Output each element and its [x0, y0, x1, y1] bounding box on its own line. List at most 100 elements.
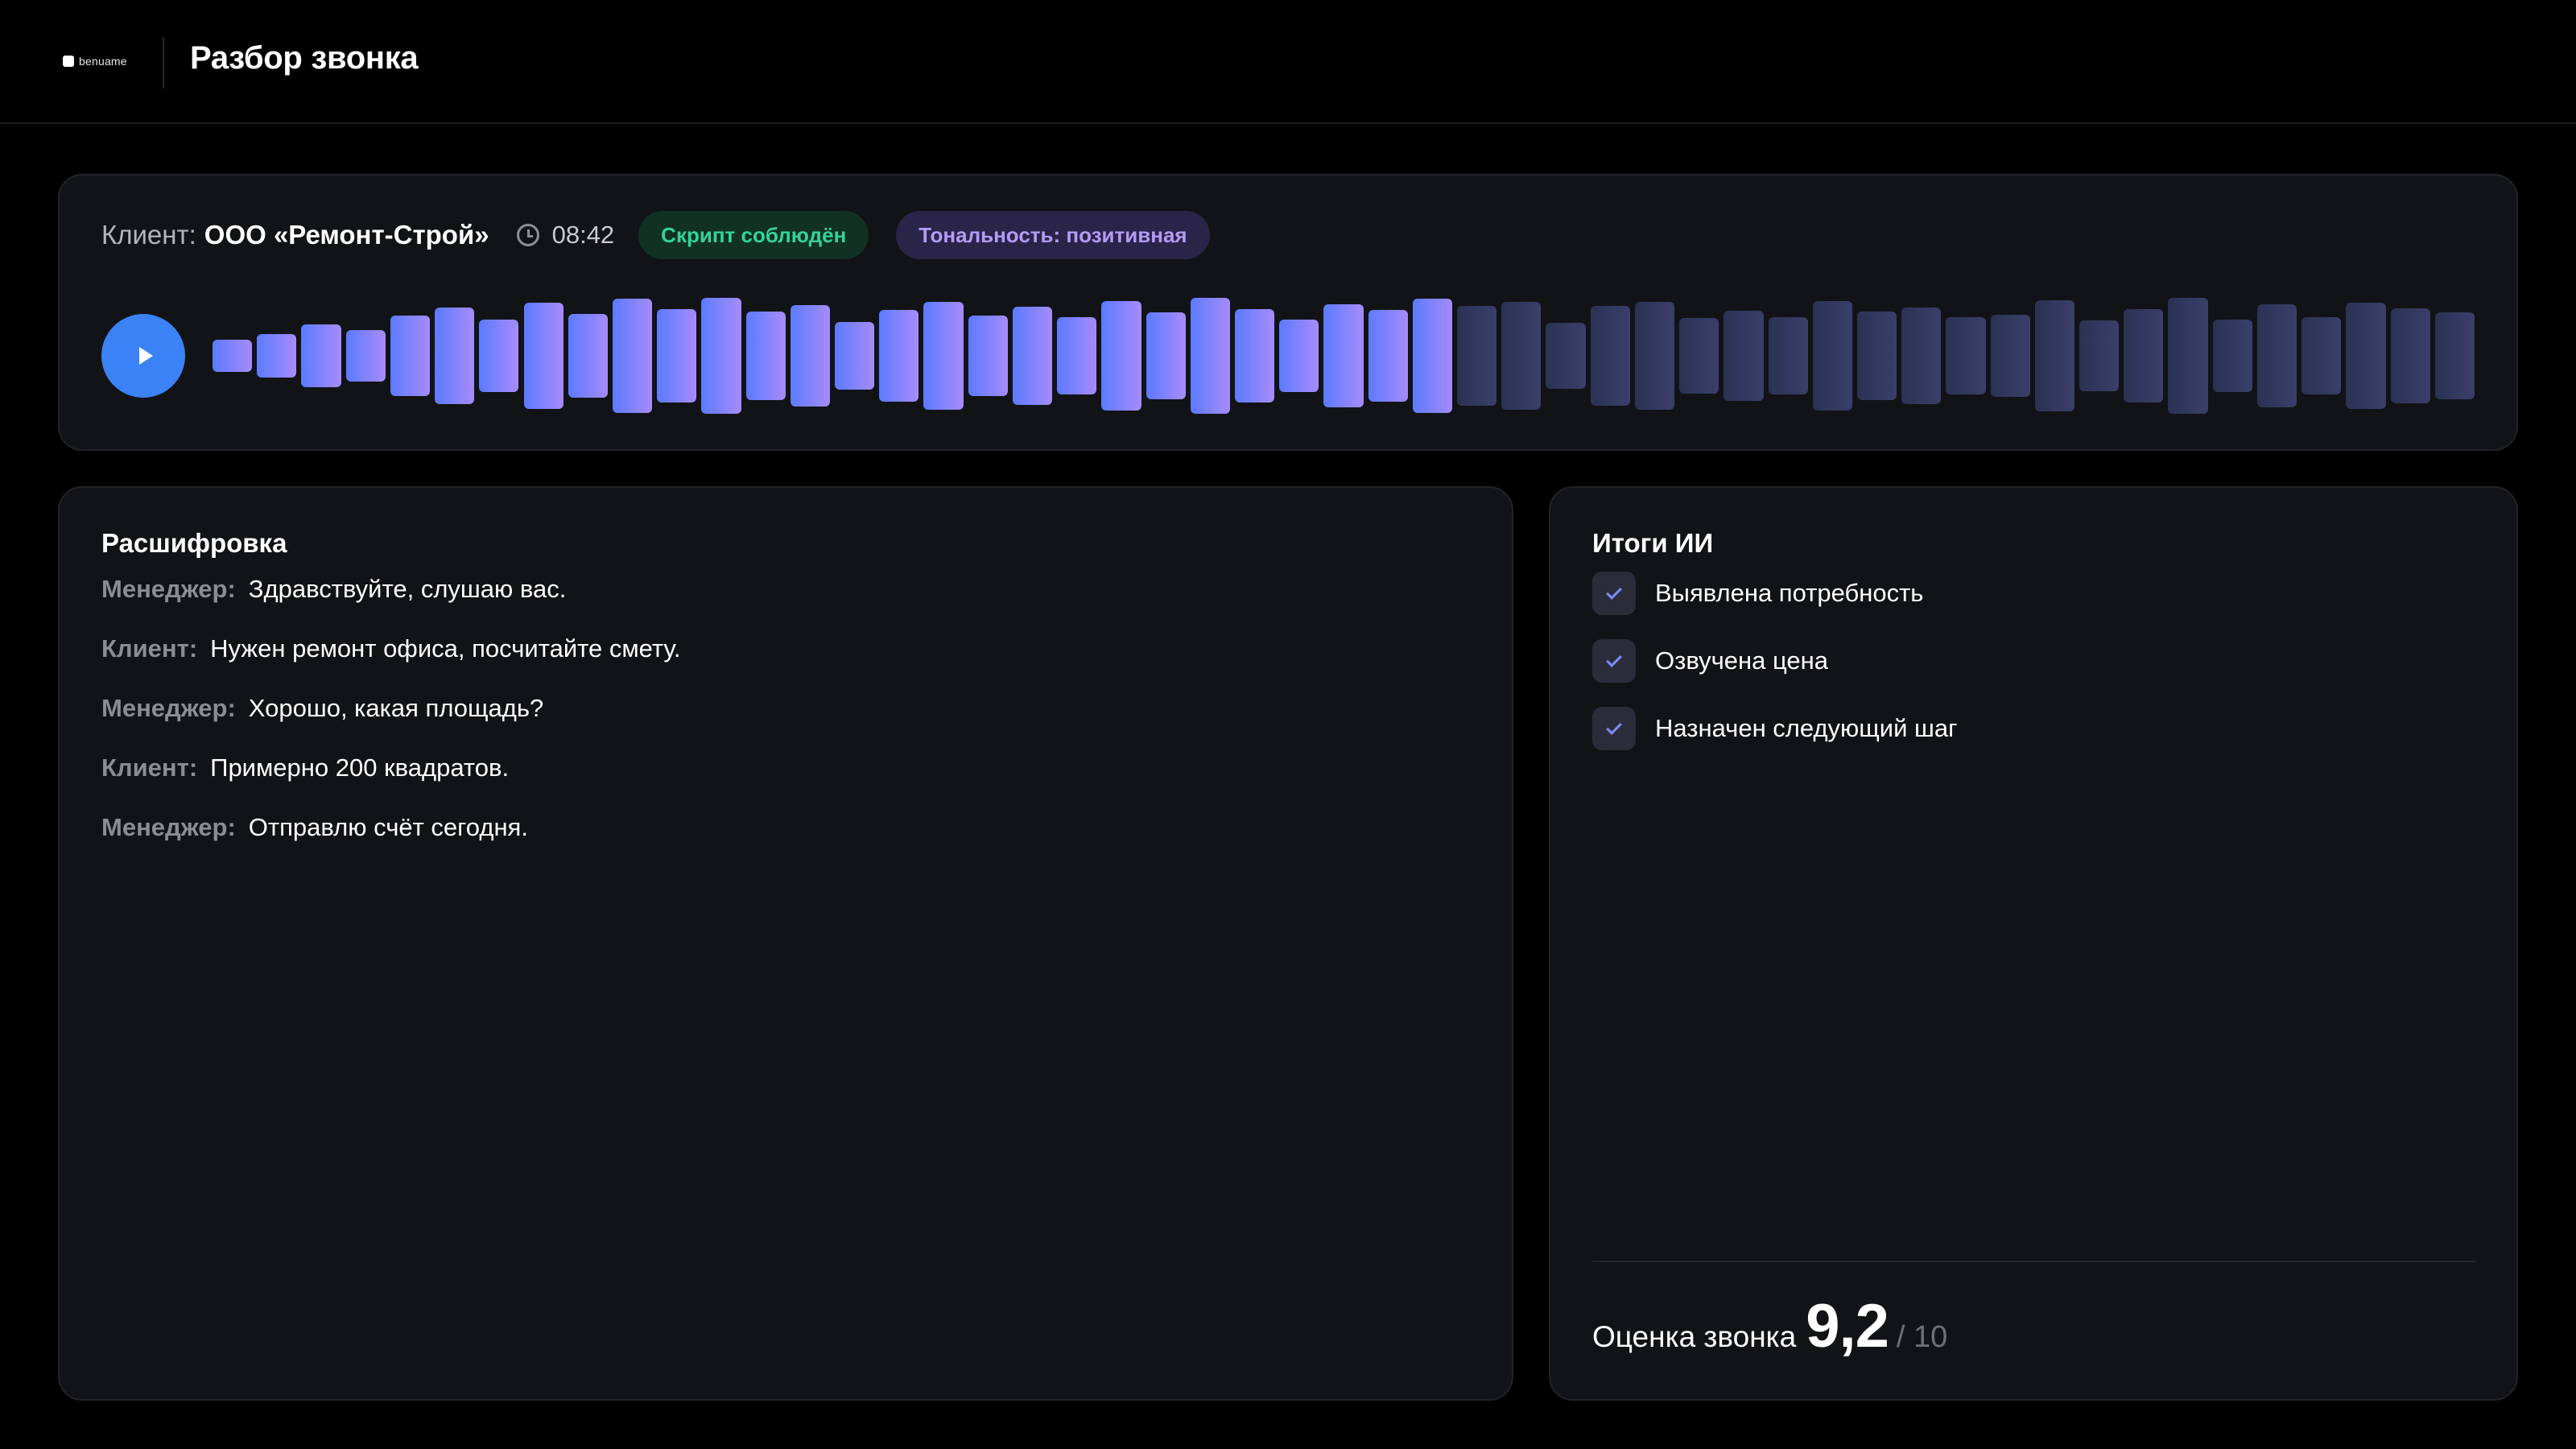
- waveform-bar: [1812, 301, 1852, 411]
- speaker-label: Менеджер:: [101, 575, 236, 603]
- waveform-bar: [2034, 299, 2075, 412]
- waveform-bar: [923, 302, 964, 410]
- transcript-card: Расшифровка Менеджер: Здравствуйте, слуша…: [58, 486, 1513, 1401]
- summary-item: Озвучена цена: [1592, 639, 1828, 683]
- top-bar: benuame Разбор звонка: [0, 0, 2576, 124]
- waveform-bar: [568, 314, 608, 398]
- waveform-bar: [435, 308, 475, 404]
- audio-waveform[interactable]: [213, 298, 2479, 414]
- speaker-label: Клиент:: [101, 753, 198, 782]
- waveform-bar: [1146, 312, 1186, 399]
- waveform-bar: [657, 308, 697, 403]
- waveform-bar: [968, 315, 1008, 397]
- waveform-bar: [2256, 303, 2297, 408]
- waveform-bar: [479, 319, 519, 393]
- waveform-bar: [1990, 314, 2030, 398]
- check-icon: [1592, 639, 1636, 683]
- waveform-bar: [2390, 308, 2430, 404]
- waveform-bar: [1101, 301, 1141, 411]
- speaker-label: Менеджер:: [101, 813, 236, 841]
- clock-icon: [516, 224, 539, 246]
- check-icon: [1592, 707, 1636, 750]
- waveform-bar: [745, 312, 786, 400]
- waveform-bar: [2346, 302, 2386, 410]
- summary-item-label: Озвучена цена: [1655, 646, 1828, 675]
- call-meta-row: Клиент: ООО «Ремонт-Строй» 08:42 Скрипт …: [101, 211, 1210, 259]
- transcript-line: Клиент: Нужен ремонт офиса, посчитайте см…: [101, 634, 680, 663]
- score-label: Оценка звонка: [1592, 1320, 1797, 1353]
- waveform-bar: [1457, 306, 1497, 406]
- transcript-line: Менеджер: Здравствуйте, слушаю вас.: [101, 575, 566, 604]
- summary-item-label: Назначен следующий шаг: [1655, 714, 1958, 742]
- client-label: Клиент:: [101, 220, 196, 250]
- utterance-text: Отправлю счёт сегодня.: [248, 813, 528, 841]
- check-icon: [1592, 572, 1636, 615]
- waveform-bar: [1412, 299, 1453, 413]
- waveform-bar: [1590, 306, 1630, 406]
- play-icon: [138, 347, 153, 365]
- transcript-title: Расшифровка: [101, 528, 287, 558]
- waveform-bar: [1234, 308, 1275, 403]
- waveform-bar: [1546, 322, 1586, 390]
- waveform-bar: [835, 322, 875, 390]
- waveform-bar: [1768, 317, 1808, 394]
- waveform-bar: [1901, 308, 1942, 404]
- waveform-bar: [879, 310, 919, 402]
- utterance-text: Здравствуйте, слушаю вас.: [248, 575, 567, 603]
- score-divider: [1592, 1261, 2476, 1262]
- waveform-bar: [2124, 309, 2164, 402]
- utterance-text: Хорошо, какая площадь?: [248, 694, 544, 722]
- speaker-label: Менеджер:: [101, 694, 236, 722]
- call-duration: 08:42: [551, 221, 615, 249]
- waveform-bar: [1279, 320, 1319, 392]
- client-name: ООО «Ремонт-Строй»: [204, 220, 489, 250]
- transcript-line: Менеджер: Отправлю счёт сегодня.: [101, 813, 528, 842]
- call-score: Оценка звонка 9,2 / 10: [1592, 1291, 1947, 1361]
- waveform-bar: [390, 315, 431, 397]
- waveform-bar: [1724, 310, 1764, 402]
- transcript-line: Клиент: Примерно 200 квадратов.: [101, 753, 509, 782]
- waveform-bar: [1190, 298, 1230, 414]
- score-max: / 10: [1896, 1320, 1948, 1354]
- summary-item-label: Выявлена потребность: [1655, 579, 1924, 607]
- waveform-bar: [345, 330, 386, 382]
- waveform-bar: [2301, 316, 2342, 395]
- tone-badge: Тональность: позитивная: [896, 211, 1210, 259]
- speaker-label: Клиент:: [101, 634, 198, 663]
- header-divider: [163, 37, 164, 89]
- score-value: 9,2: [1806, 1292, 1889, 1360]
- logo-text: benuame: [79, 55, 127, 68]
- waveform-bar: [2079, 320, 2120, 391]
- waveform-bar: [2212, 319, 2252, 393]
- summary-title: Итоги ИИ: [1592, 528, 1714, 558]
- logo[interactable]: benuame: [63, 55, 127, 68]
- waveform-bar: [1634, 302, 1675, 410]
- waveform-bar: [1679, 318, 1719, 394]
- waveform-bar: [301, 324, 341, 387]
- waveform-bar: [612, 299, 653, 413]
- logo-icon: [63, 56, 74, 67]
- call-player-card: Клиент: ООО «Ремонт-Строй» 08:42 Скрипт …: [58, 174, 2518, 451]
- page-title: Разбор звонка: [190, 40, 419, 76]
- waveform-bar: [1368, 310, 1408, 402]
- waveform-bar: [2434, 312, 2475, 399]
- waveform-bar: [1012, 306, 1053, 406]
- utterance-text: Примерно 200 квадратов.: [210, 753, 510, 782]
- waveform-bar: [523, 302, 564, 410]
- waveform-bar: [213, 339, 253, 373]
- ai-summary-card: Итоги ИИ Выявлена потребность Озвучена ц…: [1549, 486, 2518, 1401]
- waveform-bar: [1323, 303, 1364, 408]
- waveform-bar: [790, 304, 830, 407]
- play-button[interactable]: [101, 314, 185, 398]
- summary-item: Назначен следующий шаг: [1592, 707, 1957, 750]
- waveform-bar: [1856, 311, 1897, 401]
- script-status-badge: Скрипт соблюдён: [638, 211, 869, 259]
- waveform-bar: [2168, 298, 2208, 414]
- waveform-bar: [1057, 317, 1097, 394]
- summary-item: Выявлена потребность: [1592, 572, 1923, 615]
- waveform-bar: [1946, 317, 1986, 394]
- waveform-bar: [257, 333, 297, 378]
- transcript-line: Менеджер: Хорошо, какая площадь?: [101, 694, 543, 723]
- utterance-text: Нужен ремонт офиса, посчитайте смету.: [210, 634, 681, 663]
- waveform-bar: [701, 298, 741, 414]
